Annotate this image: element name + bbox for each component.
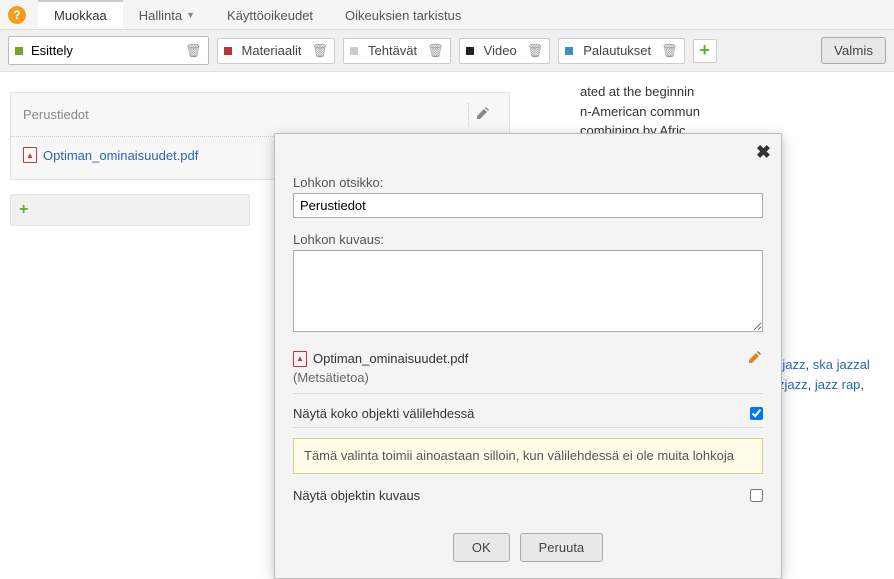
trash-icon[interactable]: 🗑 (527, 43, 544, 59)
modal-header: ✖ (275, 134, 781, 171)
block-title-input[interactable] (293, 193, 763, 218)
ok-button[interactable]: OK (453, 533, 510, 562)
add-tab-button[interactable]: + (693, 39, 717, 63)
section-tab-video[interactable]: Video 🗑 (459, 38, 551, 64)
pdf-icon: ▲ (23, 147, 37, 163)
field-desc-label: Lohkon kuvaus: (293, 232, 763, 247)
tab-color-bullet (15, 47, 23, 55)
show-full-checkbox[interactable] (750, 407, 763, 420)
show-full-label: Näytä koko objekti välilehdessä (293, 406, 750, 421)
section-tab-materiaalit[interactable]: Materiaalit 🗑 (217, 38, 335, 64)
show-desc-checkbox[interactable] (750, 489, 763, 502)
field-title-label: Lohkon otsikko: (293, 175, 763, 190)
section-tab-tehtavat[interactable]: Tehtävät 🗑 (343, 38, 451, 64)
section-tab-label: Tehtävät (364, 43, 421, 58)
top-tab-hallinta[interactable]: Hallinta ▼ (123, 1, 211, 29)
modal-file-meta: (Metsätietoa) (293, 370, 763, 394)
modal-file-row: ▲ Optiman_ominaisuudet.pdf (293, 349, 763, 370)
trash-icon[interactable]: 🗑 (185, 43, 202, 59)
modal-file-name: Optiman_ominaisuudet.pdf (313, 351, 468, 366)
section-tab-label: Palautukset (579, 43, 655, 58)
plus-icon: + (19, 201, 28, 218)
section-tabs-row: 🗑 Materiaalit 🗑 Tehtävät 🗑 Video 🗑 Palau… (0, 30, 894, 72)
top-tab-label: Muokkaa (54, 8, 107, 23)
note-box: Tämä valinta toimii ainoastaan silloin, … (293, 438, 763, 474)
file-name: Optiman_ominaisuudet.pdf (43, 148, 198, 163)
section-tab-input[interactable] (29, 41, 179, 60)
show-desc-row: Näytä objektin kuvaus (293, 482, 763, 509)
add-block-area[interactable]: + (10, 194, 250, 226)
edit-block-icon[interactable] (468, 103, 497, 126)
trash-icon[interactable]: 🗑 (311, 43, 328, 59)
trash-icon[interactable]: 🗑 (661, 43, 678, 59)
tab-color-bullet (224, 47, 232, 55)
pdf-icon: ▲ (293, 351, 307, 367)
top-tab-oikeuksien-tarkistus[interactable]: Oikeuksien tarkistus (329, 1, 477, 29)
top-menu-bar: ? Muokkaa Hallinta ▼ Käyttöoikeudet Oikeu… (0, 0, 894, 30)
modal-body: Lohkon otsikko: Lohkon kuvaus: ▲ Optiman… (275, 171, 781, 521)
cancel-button[interactable]: Peruuta (520, 533, 604, 562)
edit-block-modal: ✖ Lohkon otsikko: Lohkon kuvaus: ▲ Optim… (274, 133, 782, 579)
top-tab-label: Käyttöoikeudet (227, 8, 313, 23)
help-icon[interactable]: ? (8, 6, 26, 24)
section-tab-palautukset[interactable]: Palautukset 🗑 (558, 38, 684, 64)
block-header: Perustiedot (11, 93, 509, 137)
tab-color-bullet (565, 47, 573, 55)
block-desc-textarea[interactable] (293, 250, 763, 332)
top-tab-muokkaa[interactable]: Muokkaa (38, 0, 123, 29)
section-tab-label: Video (480, 43, 521, 58)
block-title: Perustiedot (23, 107, 468, 122)
section-tab-esittely[interactable]: 🗑 (8, 36, 209, 65)
tab-color-bullet (466, 47, 474, 55)
close-icon[interactable]: ✖ (756, 142, 771, 163)
trash-icon[interactable]: 🗑 (427, 43, 444, 59)
top-tab-label: Oikeuksien tarkistus (345, 8, 461, 23)
edit-file-icon[interactable] (747, 349, 763, 368)
done-button[interactable]: Valmis (821, 37, 886, 64)
top-tab-label: Hallinta (139, 8, 182, 23)
section-tab-label: Materiaalit (238, 43, 306, 58)
top-tab-kayttooikeudet[interactable]: Käyttöoikeudet (211, 1, 329, 29)
show-full-row: Näytä koko objekti välilehdessä (293, 400, 763, 428)
tab-color-bullet (350, 47, 358, 55)
show-desc-label: Näytä objektin kuvaus (293, 488, 750, 503)
chevron-down-icon: ▼ (186, 10, 195, 20)
